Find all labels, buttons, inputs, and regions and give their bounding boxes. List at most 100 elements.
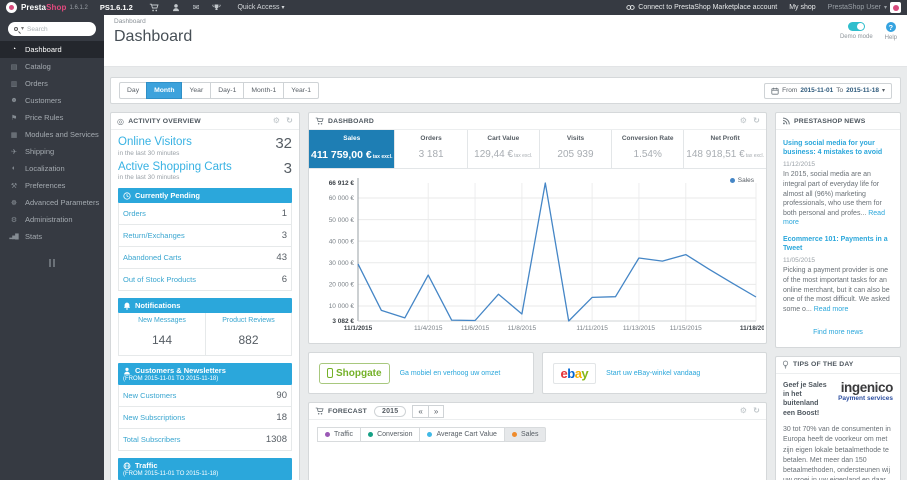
user-menu[interactable]: PrestaShop User ▾ [828,2,901,13]
marketplace-icon [626,5,635,10]
sidebar-item-catalog[interactable]: ▤ Catalog [0,58,104,75]
refresh-icon[interactable]: ↻ [753,407,760,415]
read-more-link[interactable]: Read more [814,306,849,313]
news-article-title[interactable]: Using social media for your business: 4 … [783,139,893,157]
news-article: Using social media for your business: 4 … [783,139,893,228]
sidebar-item-customers[interactable]: ☻ Customers [0,92,104,109]
gear-icon[interactable]: ⚙ [740,117,747,125]
sales-series-dot [729,178,735,183]
my-shop-link[interactable]: My shop [789,4,815,11]
currently-pending-header: Currently Pending [118,188,292,204]
gear-icon[interactable]: ⚙ [740,407,747,415]
kpi-visits[interactable]: Visits 205 939 [538,130,611,168]
legend-average-cart-value[interactable]: Average Cart Value [419,427,505,442]
online-visitors-link[interactable]: Online Visitors [118,136,192,148]
shopgate-module-card: Shopgate Ga mobiel en verhoog uw omzet [308,352,534,394]
chevron-down-icon: ▾ [883,4,887,11]
forecast-prev-button[interactable]: « [412,404,429,418]
cart-icon[interactable] [149,3,159,12]
customers-row-new-customers: New Customers 90 [118,385,292,408]
sidebar-item-price-rules[interactable]: ⚑ Price Rules [0,109,104,126]
envelope-icon[interactable]: ✉ [193,3,200,12]
refresh-icon[interactable]: ↻ [753,117,760,125]
svg-text:11/1/2015: 11/1/2015 [344,325,373,332]
preferences-icon: ⚒ [10,182,17,190]
chevron-down-icon: ▾ [881,87,885,94]
year-minus-1-button[interactable]: Year-1 [283,82,320,99]
sidebar-item-stats[interactable]: ▂▅█ Stats [0,228,104,245]
sidebar-item-shipping[interactable]: ✈ Shipping [0,143,104,160]
sidebar-item-administration[interactable]: ⚙ Administration [0,211,104,228]
sidebar-item-advanced-parameters[interactable]: ☸ Advanced Parameters [0,194,104,211]
kpi-conversion-rate[interactable]: Conversion Rate 1.54% [611,130,683,168]
shopgate-logo[interactable]: Shopgate [319,362,390,384]
gear-icon[interactable]: ⚙ [273,117,280,125]
online-visitors-metric: Online Visitors in the last 30 minutes 3… [118,135,292,157]
kpi-net-profit[interactable]: Net Profit 148 918,51 €tax excl. [683,130,766,168]
collapse-sidebar-button[interactable] [0,259,104,267]
search-input[interactable] [27,25,80,33]
day-minus-1-button[interactable]: Day-1 [210,82,245,99]
chevron-down-icon[interactable]: ▾ [21,26,24,32]
month-minus-1-button[interactable]: Month-1 [243,82,285,99]
notifications-header: Notifications [118,298,292,314]
trophy-icon[interactable] [212,3,222,12]
topbar: PrestaShop 1.6.1.2 PS1.6.1.2 ✉ Quick Acc… [0,0,907,15]
ebay-logo[interactable]: ebay [552,362,597,384]
bell-icon [123,302,131,310]
date-range-button[interactable]: From 2015-11-01 To 2015-11-18 ▾ [764,82,892,99]
forecast-panel: FORECAST 2015 « » ⚙ ↻ Traffic Conversion … [308,402,767,480]
sidebar-item-orders[interactable]: ▥ Orders [0,75,104,92]
svg-text:40 000 €: 40 000 € [329,238,355,245]
customers-newsletters-header: Customers & Newsletters (FROM 2015-11-01… [118,363,292,386]
demo-mode-toggle[interactable]: Demo mode [840,22,873,41]
sidebar-item-dashboard[interactable]: ◔ Dashboard [0,41,104,58]
marketplace-link[interactable]: Connect to PrestaShop Marketplace accoun… [626,4,777,11]
breadcrumb[interactable]: Dashboard [114,18,897,25]
globe-icon [123,462,131,470]
toggle-icon [847,22,865,31]
kpi-orders[interactable]: Orders 3 181 [394,130,466,168]
quick-access-menu[interactable]: Quick Access ▾ [237,4,284,11]
catalog-icon: ▤ [10,63,18,71]
prestashop-logo[interactable] [6,2,17,13]
refresh-icon[interactable]: ↻ [286,117,293,125]
sidebar-search[interactable]: ▾ [8,22,96,36]
new-messages-cell: New Messages 144 [138,317,186,348]
person-icon[interactable] [172,3,180,12]
forecast-next-button[interactable]: » [427,404,445,418]
legend-sales[interactable]: Sales [503,427,547,442]
orders-icon: ▥ [10,80,18,88]
sidebar-item-preferences[interactable]: ⚒ Preferences [0,177,104,194]
kpi-cart-value[interactable]: Cart Value 129,44 €tax excl. [466,130,539,168]
chevron-down-icon: ▾ [281,4,285,11]
ebay-link[interactable]: Start uw eBay-winkel vandaag [606,370,700,377]
active-carts-link[interactable]: Active Shopping Carts [118,161,232,173]
news-article-title[interactable]: Ecommerce 101: Payments in a Tweet [783,235,893,253]
find-more-news-link[interactable]: Find more news [776,319,900,347]
sidebar-item-modules[interactable]: ▦ Modules and Services [0,126,104,143]
svg-text:11/11/2015: 11/11/2015 [576,325,608,332]
sidebar-item-localization[interactable]: ◐ Localization [0,160,104,177]
forecast-year-badge[interactable]: 2015 [373,405,407,417]
ingenico-logo[interactable]: ingenico Payment services [833,381,893,419]
calendar-icon [771,87,779,95]
cart-icon [315,407,324,415]
help-button[interactable]: ? Help [885,22,897,41]
svg-text:66 912 €: 66 912 € [329,180,355,187]
pending-row-out-of-stock: Out of Stock Products 6 [118,269,292,292]
shipping-icon: ✈ [11,148,17,156]
year-button[interactable]: Year [181,82,212,99]
chart-legend[interactable]: Sales [729,177,754,184]
month-button[interactable]: Month [146,82,183,99]
svg-text:10 000 €: 10 000 € [329,303,355,310]
page-header: Dashboard Dashboard Demo mode ? Help [104,15,907,67]
kpi-sales[interactable]: Sales 411 759,00 €tax excl. [309,130,395,168]
day-button[interactable]: Day [119,82,148,99]
brand-text: PrestaShop [21,3,67,12]
shopgate-link[interactable]: Ga mobiel en verhoog uw omzet [400,370,501,377]
legend-traffic[interactable]: Traffic [317,427,362,442]
svg-text:20 000 €: 20 000 € [329,282,355,289]
legend-conversion[interactable]: Conversion [360,427,421,442]
page-title: Dashboard [114,28,193,45]
